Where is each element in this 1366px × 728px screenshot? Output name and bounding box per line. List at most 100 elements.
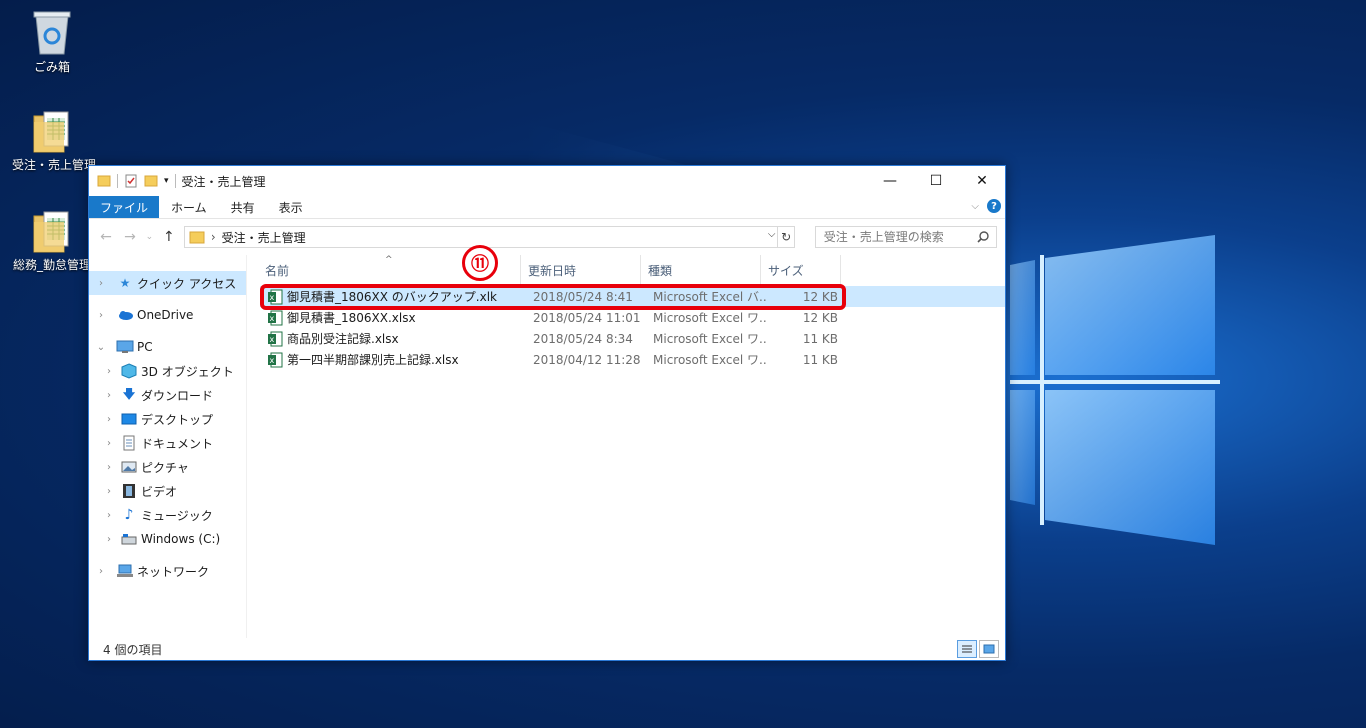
breadcrumb-separator-icon: ›	[210, 230, 216, 244]
music-icon: ♪	[124, 507, 134, 523]
table-row[interactable]: x 第一四半期部課別売上記録.xlsx 2018/04/12 11:28 Mic…	[260, 349, 1005, 370]
large-icons-view-button[interactable]	[979, 640, 999, 658]
expand-icon[interactable]: ›	[95, 566, 107, 577]
file-type: Microsoft Excel ワ...	[653, 353, 766, 367]
sidebar-item-pictures[interactable]: › ピクチャ	[89, 455, 246, 479]
desktop-icon-folder-somu[interactable]: 総務_勤怠管理	[12, 208, 92, 273]
refresh-button[interactable]: ↻	[778, 226, 795, 248]
file-size: 11 KB	[802, 331, 838, 346]
properties-icon[interactable]	[124, 174, 138, 188]
new-folder-icon[interactable]	[144, 174, 158, 188]
folder-icon	[97, 175, 111, 187]
window-title: 受注・売上管理	[181, 174, 266, 189]
star-icon: ★	[119, 276, 131, 290]
column-header-modified[interactable]: 更新日時	[521, 255, 641, 285]
file-name: 商品別受注記録.xlsx	[287, 332, 399, 346]
highlight-box	[260, 284, 846, 310]
file-modified: 2018/05/24 11:01	[533, 310, 641, 325]
expand-icon[interactable]: ›	[103, 510, 115, 521]
minimize-button[interactable]: —	[867, 166, 913, 196]
address-dropdown-icon[interactable]: ⌵	[768, 229, 776, 240]
search-box[interactable]	[814, 226, 997, 248]
drive-icon	[119, 531, 139, 547]
navigation-pane: › ★ クイック アクセス › OneDrive ⌄ PC › 3D オブジェク…	[89, 255, 247, 638]
file-modified: 2018/05/24 8:34	[533, 331, 633, 346]
file-size: 11 KB	[802, 352, 838, 367]
desktop-icon-recycle-bin[interactable]: ごみ箱	[12, 8, 92, 75]
sidebar-item-music[interactable]: › ♪ ミュージック	[89, 503, 246, 527]
file-type: Microsoft Excel ワ...	[653, 332, 766, 346]
details-view-button[interactable]	[957, 640, 977, 658]
file-name: 御見積書_1806XX.xlsx	[287, 311, 416, 325]
network-icon	[115, 563, 135, 579]
windows-logo	[1010, 235, 1220, 545]
column-header-type[interactable]: 種類	[641, 255, 761, 285]
tab-file[interactable]: ファイル	[89, 196, 160, 218]
document-icon	[119, 435, 139, 451]
column-headers: ^ 名前 更新日時 種類 サイズ	[247, 255, 1005, 285]
expand-icon[interactable]: ›	[103, 462, 115, 473]
sort-ascending-icon: ^	[385, 255, 393, 265]
title-bar: ▾ 受注・売上管理 — ☐ ✕	[89, 166, 1005, 196]
back-button[interactable]: ←	[97, 229, 115, 245]
forward-button[interactable]: →	[121, 229, 139, 245]
table-row[interactable]: x 商品別受注記録.xlsx 2018/05/24 8:34 Microsoft…	[260, 328, 1005, 349]
breadcrumb[interactable]: 受注・売上管理	[222, 229, 306, 246]
sidebar-item-desktop[interactable]: › デスクトップ	[89, 407, 246, 431]
expand-icon[interactable]: ›	[103, 414, 115, 425]
sidebar-item-quick-access[interactable]: › ★ クイック アクセス	[89, 271, 246, 295]
sidebar-item-pc[interactable]: ⌄ PC	[89, 335, 246, 359]
download-icon: 🡇	[122, 386, 136, 401]
status-bar: 4 個の項目	[89, 638, 1005, 660]
file-size: 12 KB	[802, 310, 838, 325]
picture-icon	[119, 459, 139, 475]
sidebar-item-documents[interactable]: › ドキュメント	[89, 431, 246, 455]
sidebar-item-3d-objects[interactable]: › 3D オブジェクト	[89, 359, 246, 383]
search-input[interactable]	[823, 230, 994, 244]
video-icon	[119, 483, 139, 499]
cube-icon	[119, 363, 139, 379]
address-row: ← → ⌄ ↑ › 受注・売上管理 ⌵ ↻	[89, 219, 1005, 255]
svg-text:x: x	[270, 314, 275, 323]
close-button[interactable]: ✕	[959, 166, 1005, 196]
expand-icon[interactable]: ›	[103, 486, 115, 497]
item-count: 4 個の項目	[103, 642, 163, 657]
sidebar-item-downloads[interactable]: › 🡇 ダウンロード	[89, 383, 246, 407]
sidebar-item-network[interactable]: › ネットワーク	[89, 559, 246, 583]
up-button[interactable]: ↑	[160, 229, 178, 245]
search-icon[interactable]	[976, 230, 990, 244]
recent-locations-icon[interactable]: ⌄	[145, 232, 154, 242]
ribbon-expand-icon[interactable]: ⌵	[971, 201, 979, 212]
sidebar-item-videos[interactable]: › ビデオ	[89, 479, 246, 503]
folder-icon	[33, 211, 69, 253]
excel-file-icon: x	[268, 352, 283, 367]
cloud-icon	[115, 307, 135, 323]
expand-icon[interactable]: ›	[95, 278, 107, 289]
svg-text:x: x	[270, 356, 275, 365]
recycle-bin-icon	[33, 11, 71, 55]
sidebar-item-onedrive[interactable]: › OneDrive	[89, 303, 246, 327]
collapse-icon[interactable]: ⌄	[95, 342, 107, 353]
file-modified: 2018/04/12 11:28	[533, 352, 641, 367]
file-type: Microsoft Excel ワ...	[653, 311, 766, 325]
file-list: ^ 名前 更新日時 種類 サイズ x 御見積書_1806XX のバックアップ.x…	[247, 245, 1005, 638]
expand-icon[interactable]: ›	[103, 534, 115, 545]
file-name: 第一四半期部課別売上記録.xlsx	[287, 353, 459, 367]
folder-icon	[189, 231, 205, 244]
expand-icon[interactable]: ›	[95, 310, 107, 321]
sidebar-item-windows-c[interactable]: › Windows (C:)	[89, 527, 246, 551]
column-header-size[interactable]: サイズ	[761, 255, 841, 285]
tab-share[interactable]: 共有	[219, 196, 267, 218]
tab-home[interactable]: ホーム	[159, 196, 219, 218]
desktop-icon	[119, 411, 139, 427]
desktop-icon-folder-juchu[interactable]: 受注・売上管理	[12, 108, 96, 173]
table-row[interactable]: x 御見積書_1806XX.xlsx 2018/05/24 11:01 Micr…	[260, 307, 1005, 328]
expand-icon[interactable]: ›	[103, 390, 115, 401]
maximize-button[interactable]: ☐	[913, 166, 959, 196]
expand-icon[interactable]: ›	[103, 366, 115, 377]
expand-icon[interactable]: ›	[103, 438, 115, 449]
tab-view[interactable]: 表示	[267, 196, 315, 218]
excel-file-icon: x	[268, 310, 283, 325]
help-icon[interactable]: ?	[987, 199, 1001, 213]
chevron-down-icon[interactable]: ▾	[164, 176, 169, 186]
